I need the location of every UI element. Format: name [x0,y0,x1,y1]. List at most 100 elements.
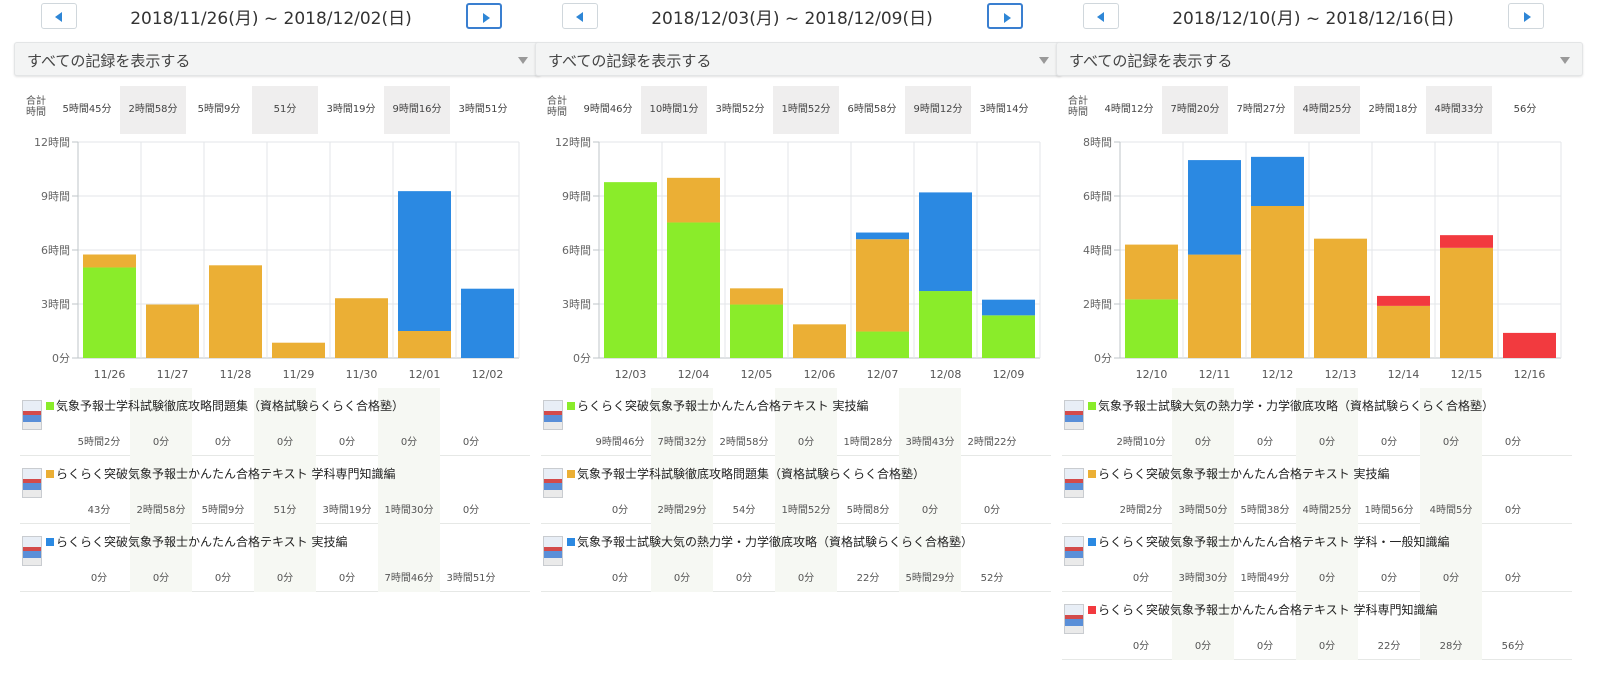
series-color-swatch [1088,606,1096,614]
book-daily-time: 56分 [1501,641,1525,652]
stacked-bar-chart: 0分 3時間 6時間 9時間 12時間 12/03 12/04 12/05 12/06 12/07… [555,136,1041,381]
y-tick-label: 12時間 [555,136,591,149]
daily-total: 2時間18分 [1368,104,1418,115]
book-title: らくらく突破気象予報士かんたん合格テキスト 学科専門知識編 [46,465,395,482]
x-tick-label: 12/02 [472,368,504,381]
bar-segment [461,288,514,358]
daily-total: 9時間46分 [583,104,633,115]
book-record-row[interactable]: 43分 2時間58分 5時間9分 51分 3時間19分 1時間30分 0分 らくらく突破気象予… [20,456,530,524]
book-record-row[interactable]: 0分 0分 0分 0分 0分 7時間46分 3時間51分 らくらく突破気象予報士かんたん合格テ… [20,524,530,592]
triangle-left-icon [1097,12,1104,22]
bar-segment [272,342,325,358]
daily-total: 4時間12分 [1104,104,1154,115]
daily-total: 7時間20分 [1162,86,1228,134]
book-record-row[interactable]: 9時間46分 7時間32分 2時間58分 0分 1時間28分 3時間43分 2時間22分 らく… [541,388,1051,456]
prev-week-button[interactable] [41,3,77,29]
bar-segment [1377,305,1430,358]
x-tick-label: 12/08 [930,368,962,381]
next-week-button[interactable] [1508,3,1544,29]
book-daily-time: 4時間5分 [1420,456,1482,524]
bar-segment [1188,160,1241,255]
record-filter-select[interactable]: すべての記録を表示する [535,42,1062,76]
bar-segment [398,191,451,331]
triangle-right-icon [1524,12,1531,22]
daily-total: 10時間1分 [641,86,707,134]
next-week-button[interactable] [987,3,1023,29]
book-daily-time: 0分 [462,505,480,516]
stacked-bar-chart: 0分 3時間 6時間 9時間 12時間 11/26 11/27 11/28 11/29 11/30… [34,136,520,381]
y-tick-label: 0分 [52,352,70,365]
record-filter-value: すべての記録を表示する [1069,52,1233,70]
bar-segment [1503,332,1556,358]
book-title-text: らくらく突破気象予報士かんたん合格テキスト 実技編 [1098,467,1390,481]
week-panel: 2018/12/10(月) ~ 2018/12/16(日) すべての記録を表示する… [1048,0,1584,681]
daily-total: 3時間52分 [715,104,765,115]
x-tick-label: 12/01 [409,368,441,381]
bar-segment [1125,244,1178,300]
book-cover-image [543,468,563,498]
book-daily-time: 0分 [1504,505,1522,516]
totals-label: 合計 時間 [1064,96,1092,118]
y-tick-label: 4時間 [1083,244,1112,257]
next-week-button[interactable] [466,3,502,29]
prev-week-button[interactable] [1083,3,1119,29]
bar-segment [793,324,846,358]
week-range-label: 2018/12/03(月) ~ 2018/12/09(日) [651,9,933,29]
bar-segment [1440,247,1493,358]
x-tick-label: 11/28 [220,368,252,381]
book-record-row[interactable]: 2時間2分 3時間50分 5時間38分 4時間25分 1時間56分 4時間5分 0分 らくらく… [1062,456,1572,524]
x-tick-label: 12/16 [1514,368,1546,381]
book-record-row[interactable]: 2時間10分 0分 0分 0分 0分 0分 0分 気象予報士試験大気の熱力学・力学徹底攻略（資… [1062,388,1572,456]
series-color-swatch [1088,470,1096,478]
book-title-text: らくらく突破気象予報士かんたん合格テキスト 実技編 [56,535,348,549]
totals-label-line2: 時間 [26,107,46,118]
daily-totals-row: 合計 時間 9時間46分 10時間1分 3時間52分 1時間52分 6時間58分 9時間12分… [543,86,1063,134]
book-record-row[interactable]: 5時間2分 0分 0分 0分 0分 0分 0分 気象予報士学科試験徹底攻略問題集（資格試験らく… [20,388,530,456]
x-tick-label: 12/03 [615,368,647,381]
y-tick-label: 0分 [1094,352,1112,365]
week-navigation: 2018/11/26(月) ~ 2018/12/02(日) [6,0,542,34]
bar-segment [730,288,783,305]
bar-segment [146,304,199,358]
book-title: らくらく突破気象予報士かんたん合格テキスト 実技編 [46,533,347,550]
book-daily-time: 2時間22分 [967,437,1017,448]
book-title-text: 気象予報士学科試験徹底攻略問題集（資格試験らくらく合格塾） [577,467,926,481]
book-title-text: 気象予報士試験大気の熱力学・力学徹底攻略（資格試験らくらく合格塾） [577,535,974,549]
y-tick-label: 12時間 [34,136,70,149]
series-color-swatch [567,402,575,410]
x-tick-label: 11/29 [283,368,315,381]
book-title: 気象予報士試験大気の熱力学・力学徹底攻略（資格試験らくらく合格塾） [1088,397,1494,414]
daily-total: 5時間45分 [62,104,112,115]
daily-total: 1時間52分 [773,86,839,134]
book-cover-image [1064,400,1084,430]
book-title-text: らくらく突破気象予報士かんたん合格テキスト 学科専門知識編 [56,467,396,481]
y-tick-label: 0分 [573,352,591,365]
daily-total: 3時間19分 [326,104,376,115]
book-daily-time: 0分 [1504,573,1522,584]
bar-segment [1377,295,1430,306]
book-title-text: 気象予報士学科試験徹底攻略問題集（資格試験らくらく合格塾） [56,399,405,413]
x-tick-label: 12/06 [804,368,836,381]
prev-week-button[interactable] [562,3,598,29]
book-record-row[interactable]: 0分 3時間30分 1時間49分 0分 0分 0分 0分 らくらく突破気象予報士かんたん合格テ… [1062,524,1572,592]
book-title: らくらく突破気象予報士かんたん合格テキスト 学科・一般知識編 [1088,533,1449,550]
record-filter-select[interactable]: すべての記録を表示する [14,42,541,76]
bar-segment [398,331,451,358]
book-daily-time: 3時間43分 [899,388,961,456]
book-record-row[interactable]: 0分 0分 0分 0分 22分 5時間29分 52分 気象予報士試験大気の熱力学・力学徹底攻略… [541,524,1051,592]
bar-segment [1314,238,1367,358]
book-title: 気象予報士試験大気の熱力学・力学徹底攻略（資格試験らくらく合格塾） [567,533,973,550]
book-record-row[interactable]: 0分 0分 0分 0分 22分 28分 56分 らくらく突破気象予報士かんたん合格テキスト 学… [1062,592,1572,660]
daily-total: 6時間58分 [847,104,897,115]
book-title: らくらく突破気象予報士かんたん合格テキスト 実技編 [1088,465,1389,482]
book-cover-image [1064,604,1084,634]
week-panel: 2018/12/03(月) ~ 2018/12/09(日) すべての記録を表示する… [527,0,1063,681]
y-tick-label: 2時間 [1083,298,1112,311]
book-record-row[interactable]: 0分 2時間29分 54分 1時間52分 5時間8分 0分 0分 気象予報士学科試験徹底攻略問… [541,456,1051,524]
book-daily-time: 0分 [462,437,480,448]
series-color-swatch [1088,402,1096,410]
week-navigation: 2018/12/03(月) ~ 2018/12/09(日) [527,0,1063,34]
record-filter-select[interactable]: すべての記録を表示する [1056,42,1583,76]
totals-label-line1: 合計 [26,96,46,107]
totals-label-line1: 合計 [1068,96,1088,107]
